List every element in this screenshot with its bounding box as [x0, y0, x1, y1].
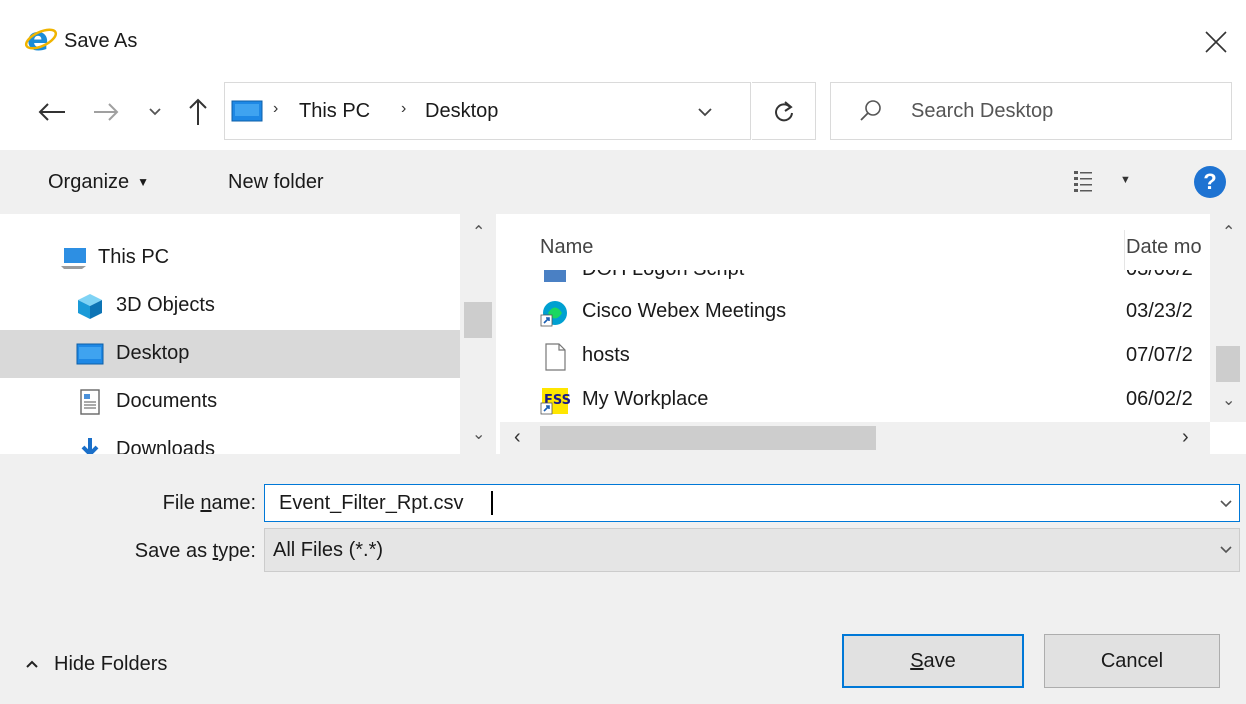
nav-item-label: Desktop	[116, 342, 190, 364]
nav-item-label: 3D Objects	[116, 294, 215, 316]
download-icon	[81, 438, 99, 454]
recent-locations-button[interactable]	[140, 92, 170, 132]
refresh-button[interactable]	[752, 82, 816, 140]
file-date: 06/02/2	[1126, 388, 1193, 410]
scroll-right-icon[interactable]: ›	[1182, 426, 1189, 449]
documents-icon	[80, 389, 100, 415]
help-icon[interactable]: ?	[1194, 166, 1226, 198]
scroll-down-icon[interactable]: ⌄	[1222, 390, 1235, 410]
organize-label: Organize	[48, 170, 130, 193]
file-name: DOH Logon Script	[582, 270, 744, 281]
up-button[interactable]	[176, 92, 220, 132]
address-bar[interactable]: › This PC › Desktop	[224, 82, 751, 140]
caret-down-icon: ▼	[137, 175, 150, 189]
close-icon	[1205, 31, 1227, 53]
desktop-icon	[76, 343, 104, 365]
column-header-row: Name Date mo	[500, 230, 1246, 270]
nav-item-documents[interactable]: Documents	[0, 378, 460, 426]
file-list-horizontal-scrollbar[interactable]: ‹ ›	[500, 422, 1210, 454]
window-title: Save As	[64, 30, 138, 52]
new-folder-button[interactable]: New folder	[218, 160, 324, 204]
column-header-date[interactable]: Date mo	[1126, 236, 1202, 259]
file-row[interactable]: hosts 07/07/2	[500, 334, 1193, 378]
savetype-label: Save as type:	[134, 540, 256, 562]
shortcut-icon	[544, 270, 566, 282]
scroll-up-icon[interactable]: ⌃	[1222, 222, 1235, 242]
fss-icon: FSS	[540, 388, 570, 415]
internet-explorer-icon: e	[24, 22, 58, 56]
breadcrumb-separator-icon: ›	[401, 100, 407, 117]
breadcrumb-this-pc[interactable]: This PC	[299, 100, 370, 123]
arrow-left-icon	[38, 103, 65, 121]
nav-item-this-pc[interactable]: This PC	[0, 234, 460, 282]
scrollbar-thumb[interactable]	[464, 302, 492, 338]
text-cursor	[491, 491, 493, 515]
nav-item-label: This PC	[98, 246, 170, 268]
nav-item-label: Downloads	[116, 438, 215, 454]
column-divider[interactable]	[1124, 230, 1125, 270]
change-view-button[interactable]: ▼	[1066, 164, 1138, 200]
breadcrumb-separator-icon: ›	[273, 100, 279, 117]
chevron-up-icon	[26, 660, 38, 668]
cancel-button[interactable]: Cancel	[1044, 634, 1220, 688]
caret-down-icon: ▼	[1120, 174, 1131, 186]
filename-value: Event_Filter_Rpt.csv	[279, 492, 464, 514]
breadcrumb-desktop[interactable]: Desktop	[425, 100, 498, 123]
nav-item-downloads[interactable]: Downloads	[0, 426, 460, 454]
scroll-down-icon[interactable]: ⌄	[472, 424, 485, 444]
scrollbar-thumb[interactable]	[540, 426, 876, 450]
savetype-value: All Files (*.*)	[273, 539, 384, 561]
filename-field[interactable]: Event_Filter_Rpt.csv	[264, 484, 1240, 522]
file-row[interactable]: Cisco Webex Meetings 03/23/2	[500, 290, 1193, 334]
file-row[interactable]: DOH Logon Script 03/06/2	[500, 270, 1193, 292]
file-name: Cisco Webex Meetings	[582, 300, 787, 322]
details-view-icon	[1074, 171, 1092, 192]
chevron-down-icon[interactable]	[1219, 499, 1233, 509]
column-header-name[interactable]: Name	[540, 236, 593, 259]
title-bar	[0, 0, 1246, 72]
file-icon	[545, 343, 566, 371]
file-date: 03/06/2	[1126, 270, 1193, 281]
navigation-pane: This PC 3D Objects Desktop Documents Dow…	[0, 214, 498, 454]
chevron-down-icon	[1220, 546, 1232, 554]
hide-folders-label: Hide Folders	[54, 652, 168, 675]
savetype-select[interactable]: All Files (*.*)	[264, 528, 1240, 572]
file-list-vertical-scrollbar[interactable]: ⌃ ⌄	[1210, 214, 1246, 422]
file-date: 03/23/2	[1126, 300, 1193, 322]
computer-icon	[61, 248, 86, 269]
search-placeholder: Search Desktop	[911, 100, 1054, 122]
file-date: 07/07/2	[1126, 344, 1193, 366]
chevron-down-icon	[149, 108, 161, 116]
file-list-body-clip: DOH Logon Script 03/06/2	[500, 270, 1210, 292]
save-button[interactable]: Save	[842, 634, 1024, 688]
organize-button[interactable]: Organize ▼	[36, 160, 149, 204]
cube-icon	[78, 294, 102, 319]
desktop-icon	[231, 100, 263, 122]
file-row[interactable]: FSS My Workplace 06/02/2	[500, 378, 1193, 422]
new-folder-label: New folder	[228, 170, 324, 193]
file-name: My Workplace	[582, 388, 709, 410]
scrollbar-thumb[interactable]	[1216, 346, 1240, 382]
arrow-right-icon	[94, 103, 119, 121]
nav-item-desktop[interactable]: Desktop	[0, 330, 460, 378]
chevron-down-icon[interactable]	[697, 107, 713, 117]
back-button[interactable]	[30, 92, 74, 132]
nav-item-3d-objects[interactable]: 3D Objects	[0, 282, 460, 330]
scroll-up-icon[interactable]: ⌃	[472, 222, 485, 242]
refresh-icon	[775, 101, 793, 122]
nav-item-label: Documents	[116, 390, 218, 412]
scroll-left-icon[interactable]: ‹	[514, 426, 521, 449]
webex-icon	[540, 301, 567, 327]
search-icon	[860, 100, 881, 121]
file-name: hosts	[582, 344, 630, 366]
file-list: Name Date mo DOH Logon Script 03/06/2 Ci…	[500, 214, 1246, 454]
hide-folders-button[interactable]: Hide Folders	[24, 650, 167, 678]
command-bar: Organize ▼ New folder ▼ ?	[0, 150, 1246, 214]
filename-label: File name:	[162, 492, 256, 514]
arrow-up-icon	[189, 98, 207, 125]
forward-button[interactable]	[86, 92, 126, 132]
search-box[interactable]: Search Desktop	[830, 82, 1232, 140]
nav-pane-scrollbar[interactable]: ⌃ ⌄	[460, 214, 496, 454]
close-button[interactable]	[1196, 22, 1236, 62]
